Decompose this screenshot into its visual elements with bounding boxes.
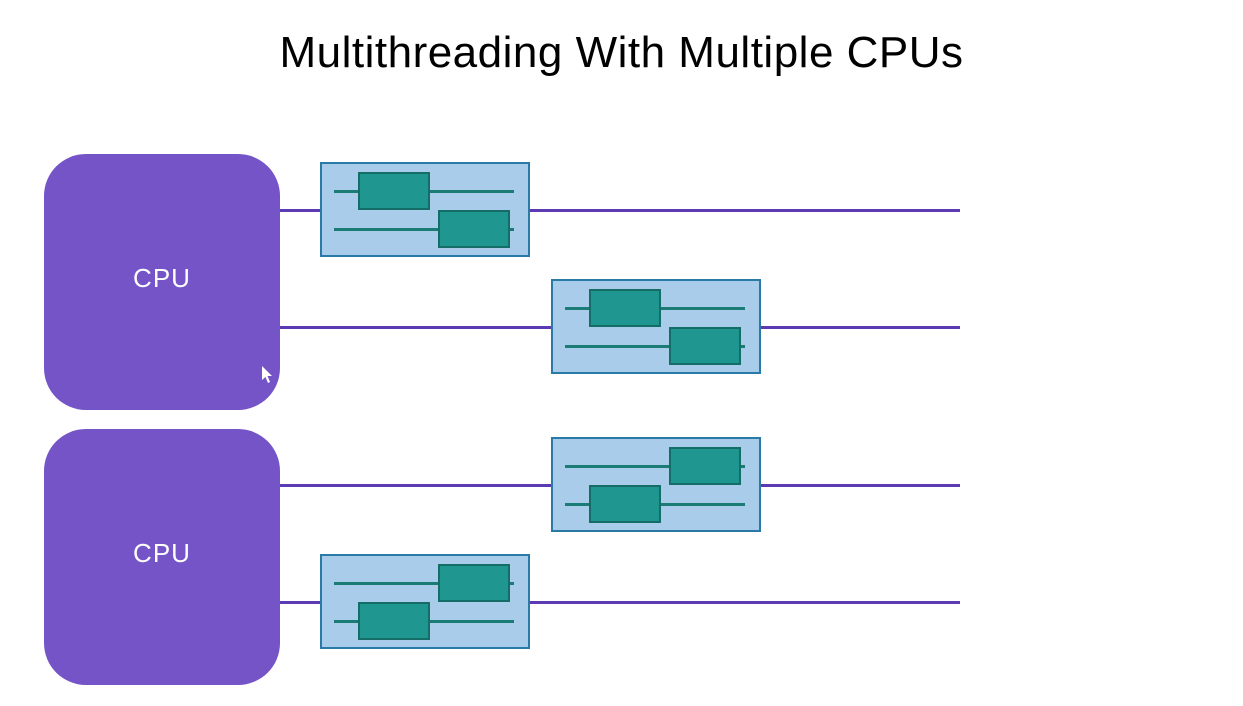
task-block: [358, 602, 430, 640]
thread-box-3: [551, 437, 761, 532]
task-block: [438, 564, 510, 602]
cpu-label-2: CPU: [133, 538, 191, 569]
cpu-label-1: CPU: [133, 263, 191, 294]
task-block: [669, 327, 741, 365]
thread-box-4: [320, 554, 530, 649]
task-block: [438, 210, 510, 248]
task-block: [358, 172, 430, 210]
thread-box-1: [320, 162, 530, 257]
thread-box-2: [551, 279, 761, 374]
task-block: [669, 447, 741, 485]
cpu-block-2: CPU: [44, 429, 280, 685]
multithreading-diagram: CPU CPU: [44, 150, 964, 690]
cpu-block-1: CPU: [44, 154, 280, 410]
task-block: [589, 485, 661, 523]
task-block: [589, 289, 661, 327]
page-title: Multithreading With Multiple CPUs: [0, 0, 1243, 78]
